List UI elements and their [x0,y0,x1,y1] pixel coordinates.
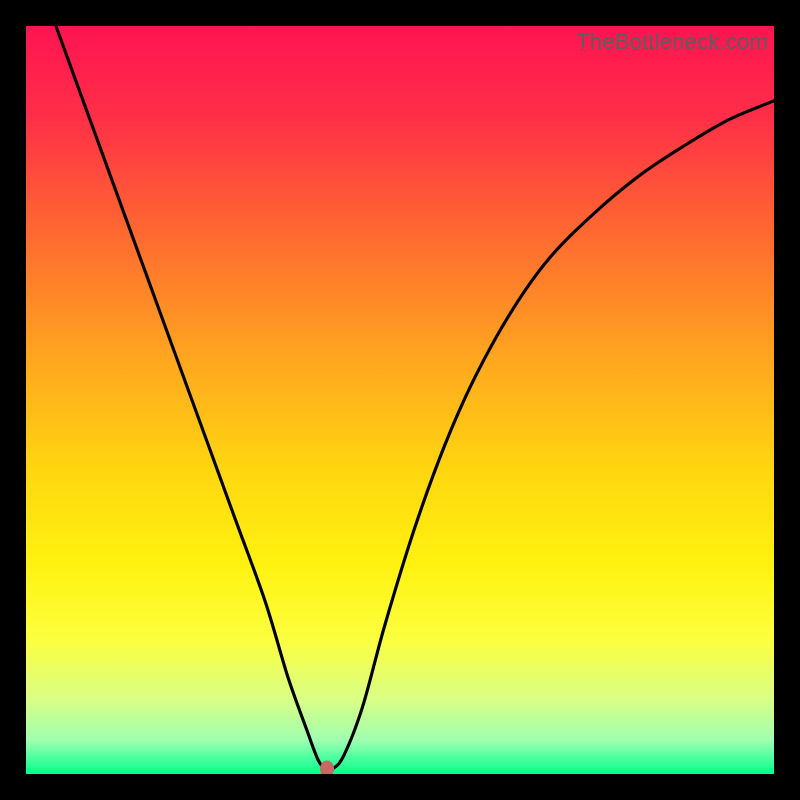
chart-frame: TheBottleneck.com [0,0,800,800]
plot-area: TheBottleneck.com [26,26,774,774]
optimal-point-marker [320,760,334,774]
bottleneck-curve [26,26,774,774]
